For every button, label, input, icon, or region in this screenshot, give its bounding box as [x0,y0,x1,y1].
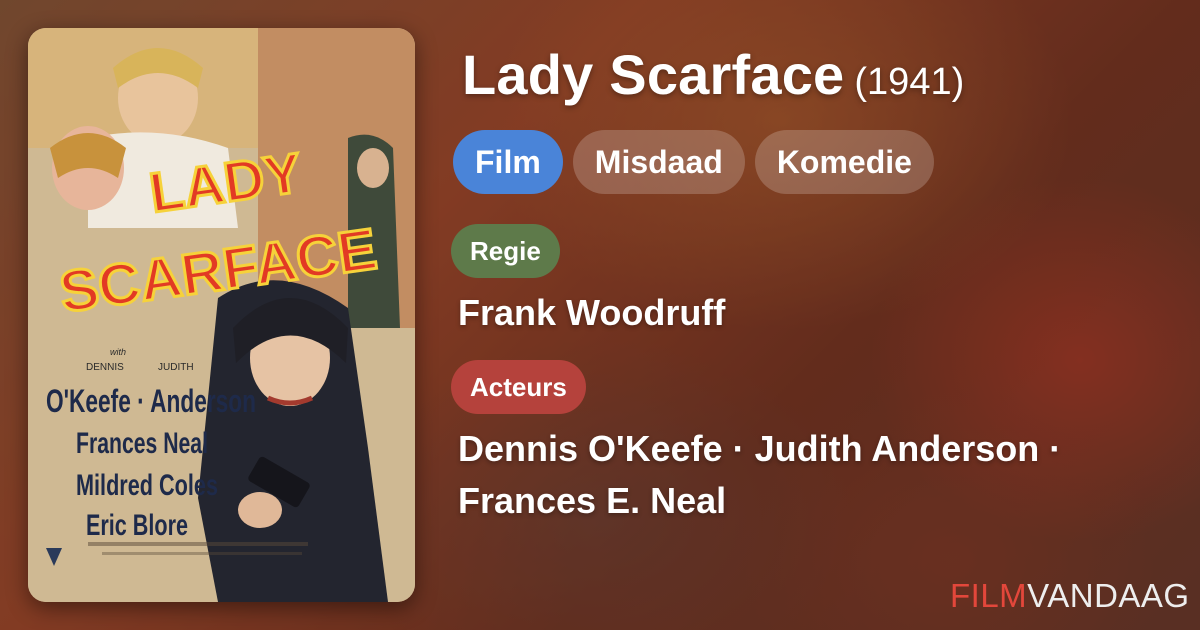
actors-label: Acteurs [451,360,586,414]
poster-first-name-1: DENNIS [86,362,124,373]
movie-title-row: Lady Scarface (1941) [462,42,964,107]
director-label: Regie [451,224,560,278]
movie-poster: LADY SCARFACE DENNIS with JUDITH O'Keefe… [28,28,415,602]
poster-with-text: with [110,347,126,357]
poster-cast-1: Frances Neal [76,427,208,460]
actors-line-1: Dennis O'Keefe · Judith Anderson · [458,428,1062,469]
genre-pill-misdaad[interactable]: Misdaad [572,130,745,194]
poster-cast-2: Mildred Coles [76,469,218,502]
genre-pill-film[interactable]: Film [453,130,563,194]
movie-title: Lady Scarface [462,43,845,106]
brand-logo-part-1: FILM [950,577,1028,614]
brand-logo-part-2: VANDAAG [1027,577,1190,614]
poster-credit-line: O'Keefe · Anderson [46,383,256,419]
genre-list: Film Misdaad Komedie [453,130,934,194]
actors-list: Dennis O'Keefe · Judith Anderson · Franc… [458,423,1158,527]
brand-logo[interactable]: FILMVANDAAG [950,577,1190,615]
movie-year: (1941) [854,61,965,103]
director-name: Frank Woodruff [458,292,726,333]
actors-line-2: Frances E. Neal [458,480,727,521]
poster-first-name-2: JUDITH [158,362,194,373]
poster-cast-3: Eric Blore [86,509,188,542]
genre-pill-komedie[interactable]: Komedie [754,130,934,194]
